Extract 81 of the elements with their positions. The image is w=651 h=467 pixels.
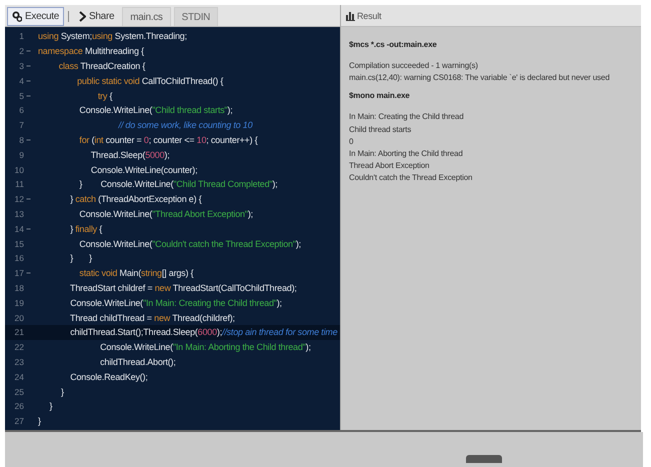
- code-line: Console.WriteLine("In Main: Creating the Child thread");: [69, 298, 282, 308]
- code-line: Thread.Sleep(5000);: [90, 150, 170, 160]
- code-line: } Console.WriteLine("Child Thread Completed");: [78, 179, 278, 190]
- code-line: Console.WriteLine("Couldn't catch the Thread Exception");: [78, 238, 301, 249]
- line-number: 8: [18, 134, 24, 145]
- code-line: Thread childThread = new Thread(childref);: [69, 312, 235, 323]
- line-number: 23: [14, 356, 24, 367]
- file-tab[interactable]: STDIN: [174, 7, 218, 26]
- line-number: 12: [14, 194, 24, 204]
- line-number: 10: [14, 164, 24, 175]
- output-line: Couldn't catch the Thread Exception: [349, 172, 474, 184]
- code-line: }: [37, 416, 41, 426]
- code-line: ThreadStart childref = new ThreadStart(CallToChildThread);: [69, 282, 297, 293]
- line-number: 13: [14, 208, 24, 219]
- code-line: for (int counter = 0; counter <= 10; counter++) {: [78, 134, 258, 145]
- code-line: static void Main(string[] args) {: [78, 268, 194, 278]
- code-line: } finally {: [69, 224, 102, 234]
- line-number: 3: [18, 60, 24, 71]
- line-number: 9: [18, 150, 24, 160]
- fold-marker-icon[interactable]: [26, 271, 31, 276]
- line-number: 16: [14, 253, 24, 264]
- output-line: Thread Abort Exception: [349, 160, 430, 172]
- code-line: Console.WriteLine("Child thread starts");: [78, 105, 233, 116]
- line-number: 1: [18, 31, 24, 42]
- line-number: 14: [14, 224, 24, 234]
- file-tab[interactable]: main.cs: [122, 7, 171, 26]
- bar-chart-icon: [346, 10, 355, 20]
- line-number: 17: [14, 268, 24, 278]
- line-number: 25: [14, 386, 24, 397]
- share-button[interactable]: Share: [73, 7, 120, 26]
- line-number: 11: [14, 179, 24, 190]
- gears-icon: [12, 11, 22, 22]
- line-number: 7: [18, 120, 24, 130]
- line-number: 19: [14, 298, 24, 308]
- code-line: try {: [96, 90, 112, 101]
- line-number: 26: [14, 401, 24, 412]
- line-number: 4: [18, 76, 24, 86]
- line-number: 6: [18, 105, 24, 116]
- line-number: 5: [18, 90, 24, 101]
- fold-marker-icon[interactable]: [26, 138, 31, 142]
- output-line: In Main: Creating the Child thread: [349, 111, 465, 124]
- line-number: 15: [14, 238, 24, 249]
- chevron-icon: [78, 11, 86, 22]
- fold-marker-icon[interactable]: [26, 226, 31, 231]
- line-number: 21: [14, 327, 24, 338]
- code-line: // do some work, like counting to 10: [117, 120, 252, 130]
- fold-marker-icon[interactable]: [26, 78, 31, 83]
- resize-handle[interactable]: [466, 455, 502, 463]
- code-line: Console.ReadKey();: [69, 372, 148, 382]
- command-line-text: $mcs *.cs -out:main.exe: [349, 39, 438, 50]
- code-line: childThread.Abort();: [99, 356, 176, 367]
- execute-button[interactable]: Execute: [7, 7, 64, 26]
- code-line: childThread.Start();Thread.Sleep(6000);//stop ain thread for some time: [69, 327, 338, 338]
- panel-title: Result: [357, 10, 382, 20]
- fold-marker-icon[interactable]: [26, 64, 31, 68]
- line-number: 27: [14, 416, 24, 426]
- fold-marker-icon[interactable]: [26, 197, 31, 202]
- fold-marker-icon[interactable]: [26, 94, 31, 98]
- line-number: 18: [14, 282, 24, 293]
- output-line: Child thread starts: [349, 124, 412, 136]
- line-number: 24: [14, 372, 24, 382]
- code-line: }: [60, 386, 64, 397]
- command-line-text: $mono main.exe: [349, 90, 411, 102]
- code-line: class ThreadCreation {: [58, 60, 146, 71]
- line-number: 20: [14, 312, 24, 323]
- code-line: Console.WriteLine(counter);: [90, 164, 198, 175]
- code-line: } }: [69, 253, 92, 264]
- code-line: namespace Multithreading {: [37, 46, 144, 56]
- output-line: Compilation succeeded - 1 warning(s): [349, 60, 479, 72]
- code-line: Console.WriteLine("In Main: Aborting the Child thread");: [99, 342, 311, 352]
- code-line: }: [48, 401, 52, 412]
- fold-marker-icon[interactable]: [26, 49, 31, 54]
- output-line: In Main: Aborting the Child thread: [349, 148, 464, 160]
- code-line: Console.WriteLine("Thread Abort Exception");: [78, 208, 253, 219]
- output-line: main.cs(12,40): warning CS0168: The variable `e' is declared but never used: [349, 72, 611, 84]
- output-line: 0: [349, 136, 354, 148]
- line-number: 2: [18, 46, 24, 56]
- code-line: public static void CallToChildThread() {: [76, 76, 224, 86]
- line-number: 22: [14, 342, 24, 352]
- code-line: using System;using System.Threading;: [37, 31, 187, 42]
- code-line: } catch (ThreadAbortException e) {: [69, 194, 202, 204]
